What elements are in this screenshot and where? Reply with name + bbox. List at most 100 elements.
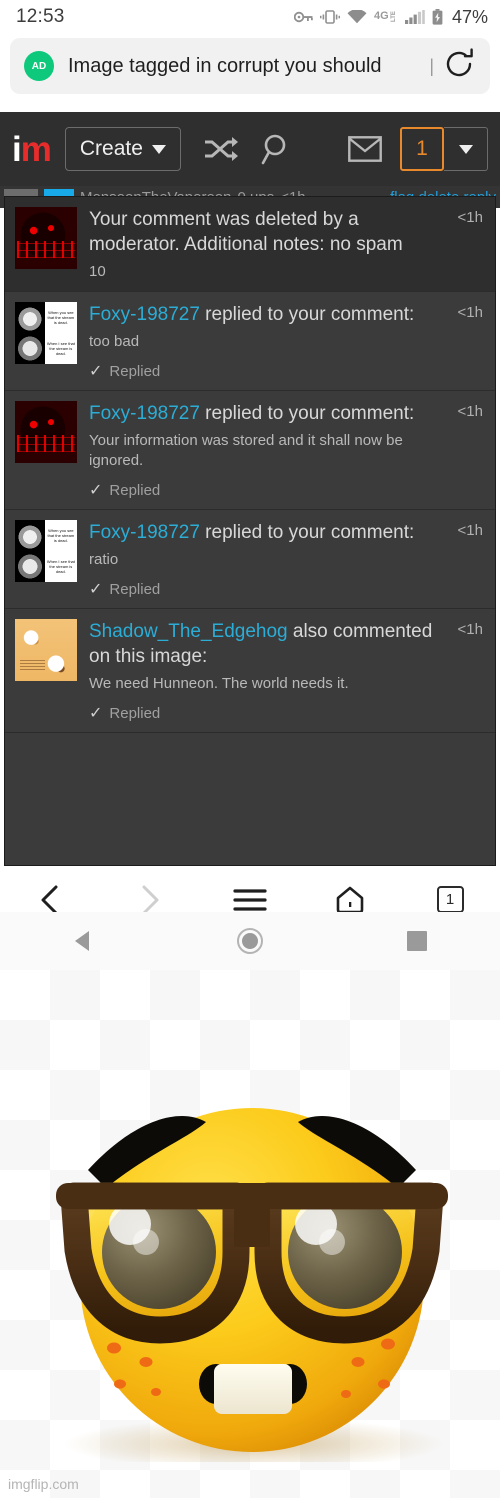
notification-control-group: 1 (400, 127, 488, 171)
notification-status: ✓ Replied (89, 703, 439, 723)
troll-caption-top: When you see that the stream is dead. (44, 520, 77, 551)
emoji-eye-highlight-left-small (133, 1229, 159, 1255)
notification-username[interactable]: Foxy-198727 (89, 304, 200, 325)
check-icon: ✓ (89, 482, 103, 499)
notification-time: <1h (457, 621, 483, 638)
logo-letter-i: i (12, 129, 22, 169)
home-icon[interactable] (300, 885, 400, 915)
troll-face-top (15, 520, 45, 551)
notification-status-label: Replied (109, 580, 161, 598)
create-button-label: Create (79, 137, 143, 160)
troll-caption-top: When you see that the stream is dead. (44, 302, 77, 333)
notification-title-text: Your comment was deleted by a moderator.… (89, 209, 403, 255)
status-clock: 12:53 (16, 6, 65, 27)
notification-title: Foxy-198727 replied to your comment: (89, 520, 439, 545)
imgflip-header: im Create 1 (0, 112, 500, 186)
notification-thumbnail[interactable] (15, 207, 77, 269)
ad-banner[interactable]: AD Image tagged in corrupt you should | (10, 38, 490, 94)
wifi-icon (347, 10, 367, 24)
notification-time: <1h (457, 209, 483, 226)
notification-snippet: 10 (89, 263, 106, 280)
troll-caption-column: When you see that the stream is dead. Wh… (44, 302, 77, 364)
nerd-face-emoji (28, 1092, 476, 1470)
emoji-glasses-top-bar (56, 1183, 448, 1209)
check-icon: ✓ (89, 581, 103, 598)
notification-snippet: too bad (89, 333, 140, 350)
notification-thumbnail[interactable] (15, 401, 77, 463)
image-viewer: imgflip.com (0, 970, 500, 1498)
notification-title-text: replied to your comment: (199, 403, 415, 424)
notification-title: Your comment was deleted by a moderator.… (89, 207, 439, 257)
notification-status-label: Replied (109, 362, 161, 380)
notification-count-badge[interactable]: 1 (400, 127, 444, 171)
notification-item[interactable]: When you see that the stream is dead. Wh… (5, 510, 495, 609)
android-recents-icon[interactable] (333, 930, 500, 952)
notification-item[interactable]: Your comment was deleted by a moderator.… (5, 197, 495, 292)
notification-thumbnail[interactable]: When you see that the stream is dead. Wh… (15, 302, 77, 364)
troll-caption-bottom: When I see that the stream is dead. (44, 551, 77, 582)
notification-username[interactable]: Foxy-198727 (89, 522, 200, 543)
notification-status-label: Replied (109, 704, 161, 722)
chevron-right-icon (100, 884, 200, 916)
notification-username[interactable]: Foxy-198727 (89, 403, 200, 424)
notification-time: <1h (457, 522, 483, 539)
logo-letter-m: m (20, 129, 52, 169)
search-icon[interactable] (261, 133, 291, 165)
android-status-bar: 12:53 4G LTE 47% (0, 0, 500, 34)
notification-body: Shadow_The_Edgehog also commented on thi… (89, 619, 485, 723)
ad-text-cursor: | (429, 55, 434, 76)
shuffle-icon[interactable] (203, 136, 239, 162)
notification-item[interactable]: When you see that the stream is dead. Wh… (5, 292, 495, 391)
troll-face-icon (15, 302, 45, 364)
notification-title: Shadow_The_Edgehog also commented on thi… (89, 619, 439, 669)
vpn-key-icon (293, 10, 313, 24)
notification-item[interactable]: Foxy-198727 replied to your comment: You… (5, 391, 495, 510)
chevron-down-icon (151, 144, 166, 154)
troll-face-icon (15, 520, 45, 582)
ad-badge-label: AD (31, 60, 47, 72)
create-button[interactable]: Create (64, 127, 181, 171)
hamburger-menu-icon[interactable] (200, 887, 300, 913)
notifications-dropdown-panel[interactable]: Your comment was deleted by a moderator.… (4, 196, 496, 866)
troll-face-bottom (15, 333, 45, 364)
ad-shield-icon: AD (24, 51, 54, 81)
tab-counter-button[interactable]: 1 (400, 886, 500, 913)
notification-snippet: Your information was stored and it shall… (89, 432, 403, 469)
troll-caption-column: When you see that the stream is dead. Wh… (44, 520, 77, 582)
chevron-left-icon[interactable] (0, 884, 100, 916)
android-home-icon[interactable] (167, 927, 334, 955)
troll-caption-bottom: When I see that the stream is dead. (44, 333, 77, 364)
battery-percent: 47% (451, 6, 488, 27)
android-back-icon[interactable] (0, 929, 167, 953)
notification-time: <1h (457, 304, 483, 321)
notification-body: Foxy-198727 replied to your comment: too… (89, 302, 485, 381)
4glte-icon: 4G LTE (374, 10, 398, 24)
emoji-eye-highlight-right-small (319, 1229, 345, 1255)
battery-charging-icon (432, 9, 443, 25)
notification-snippet: ratio (89, 551, 119, 568)
imgflip-logo[interactable]: im (12, 129, 52, 169)
screen: 12:53 4G LTE 47% AD Image tagged in corr… (0, 0, 500, 1498)
notification-title-text: replied to your comment: (199, 522, 415, 543)
notification-status-label: Replied (109, 481, 161, 499)
notification-thumbnail[interactable] (15, 619, 77, 681)
notification-status: ✓ Replied (89, 579, 439, 599)
check-icon: ✓ (89, 705, 103, 722)
notification-username[interactable]: Shadow_The_Edgehog (89, 621, 288, 642)
tab-count-label: 1 (436, 886, 464, 913)
reload-icon[interactable] (442, 47, 476, 86)
notification-time: <1h (457, 403, 483, 420)
notification-body: Foxy-198727 replied to your comment: rat… (89, 520, 485, 599)
status-icons: 4G LTE 47% (293, 6, 488, 28)
notification-status: ✓ Replied (89, 361, 439, 381)
notification-thumbnail[interactable]: When you see that the stream is dead. Wh… (15, 520, 77, 582)
notification-item[interactable]: Shadow_The_Edgehog also commented on thi… (5, 609, 495, 733)
notification-title: Foxy-198727 replied to your comment: (89, 401, 439, 426)
emoji-mouth (199, 1364, 307, 1414)
notification-title-text: replied to your comment: (199, 304, 415, 325)
envelope-icon[interactable] (348, 136, 382, 162)
chevron-down-icon (458, 144, 473, 154)
notification-dropdown-toggle[interactable] (444, 127, 488, 171)
svg-text:4G: 4G (374, 10, 389, 22)
troll-face-bottom (15, 551, 45, 582)
